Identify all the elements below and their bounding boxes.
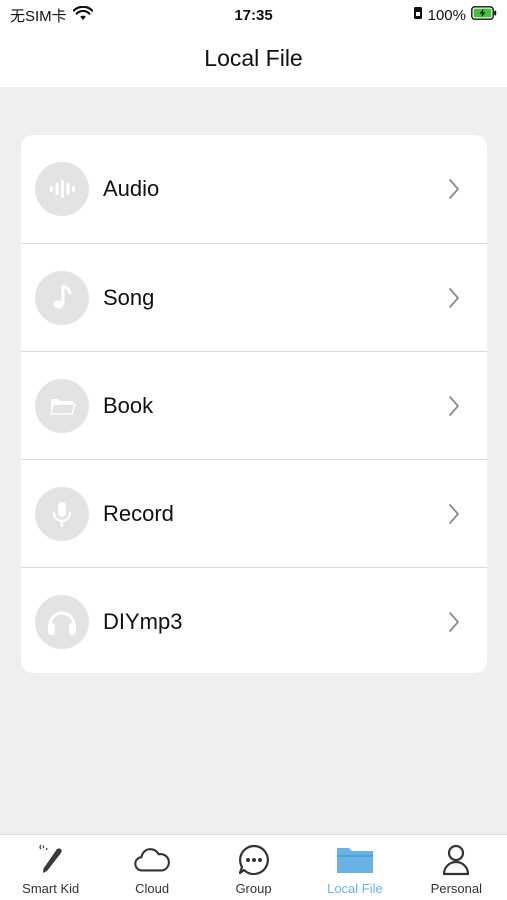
tab-bar: Smart Kid Cloud Group Local File Persona… [0,834,507,900]
chevron-right-icon [449,612,459,632]
waveform-icon [35,162,89,216]
cloud-icon [132,842,172,878]
list-item-label: Audio [103,176,160,201]
list-item-book[interactable]: Book [21,351,487,459]
list-item-song[interactable]: Song [21,243,487,351]
tab-personal[interactable]: Personal [406,835,507,900]
status-right: 100% [413,6,497,24]
tab-label: Group [235,881,272,896]
tab-group[interactable]: Group [203,835,304,900]
battery-charging-icon [471,6,497,24]
tab-label: Personal [430,881,482,896]
tab-smart-kid[interactable]: Smart Kid [0,835,101,900]
nav-header: Local File [0,30,507,87]
page-title: Local File [204,45,303,71]
chevron-right-icon [449,504,459,524]
tab-label: Smart Kid [22,881,80,896]
chevron-right-icon [449,396,459,416]
list-item-label: Record [103,500,174,526]
carrier-label: 无SIM卡 [10,7,67,25]
battery-percent: 100% [427,6,466,24]
list-item-diymp3[interactable]: DIYmp3 [21,567,487,673]
local-file-list: Audio Song Book Record DIYmp3 [21,135,487,673]
pen-icon [31,842,71,878]
status-left: 无SIM卡 [10,5,93,26]
tab-cloud[interactable]: Cloud [101,835,202,900]
microphone-icon [35,486,89,541]
person-icon [436,842,476,878]
folder-icon [35,378,89,433]
chevron-right-icon [449,288,459,308]
tab-label: Cloud [135,881,170,896]
headphones-icon [35,594,89,649]
list-item-audio[interactable]: Audio [21,135,487,243]
chevron-right-icon [449,179,459,199]
list-item-label: DIYmp3 [103,608,183,634]
list-item-label: Song [103,284,155,310]
tab-local-file[interactable]: Local File [304,835,405,900]
screen: 无SIM卡 17:35 100% Local File Audio Song B… [0,0,507,900]
tab-label: Local File [327,881,383,896]
music-note-icon [35,270,89,325]
orientation-lock-icon [413,6,423,24]
chat-bubble-icon [234,842,274,878]
list-item-record[interactable]: Record [21,459,487,567]
list-item-label: Book [103,392,154,418]
wifi-icon [72,5,93,25]
folder-icon [335,842,375,878]
status-bar: 无SIM卡 17:35 100% [0,0,507,30]
